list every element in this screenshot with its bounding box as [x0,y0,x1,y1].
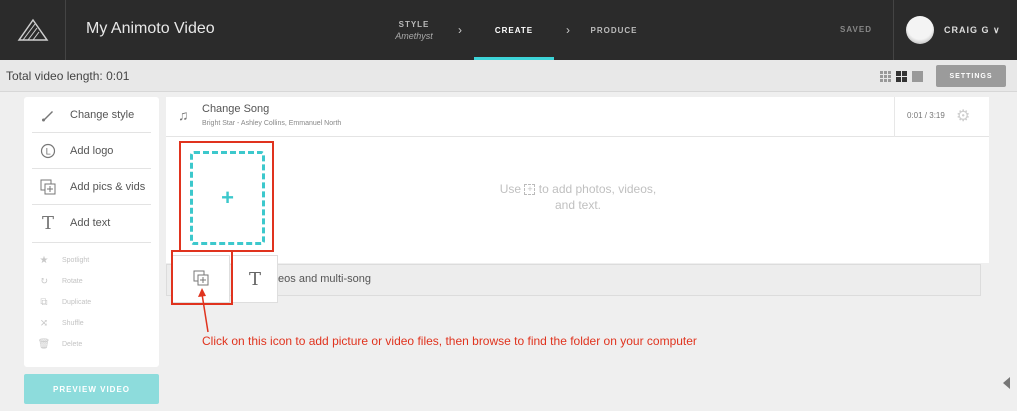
preview-video-button[interactable]: PREVIEW VIDEO [24,374,159,404]
avatar[interactable] [906,16,934,44]
project-title[interactable]: My Animoto Video [86,20,215,38]
grid-medium-icon[interactable] [896,69,907,82]
sidebar-item-label: Duplicate [62,298,92,306]
music-note-icon: ♫ [178,107,189,123]
song-artist: Bright Star - Ashley Collins, Emmanuel N… [202,120,342,127]
trash-icon: 🗑 [37,338,51,350]
sidebar-item-change-style[interactable]: Change style [24,97,159,133]
hint-suffix: to add photos, videos, and text. [538,182,657,212]
text-icon: T [41,212,54,234]
user-menu[interactable]: CRAIG G ∨ [944,25,1001,36]
divider [32,242,151,243]
canvas-hint: Use + to add photos, videos, and text. [498,181,658,213]
text-icon: T [248,268,261,290]
animoto-logo-icon[interactable] [0,0,66,60]
rotate-icon: ↻ [39,275,49,287]
sidebar-item-delete[interactable]: 🗑 Delete [24,334,159,354]
shuffle-icon: ⤨ [39,317,49,329]
change-song-link[interactable]: Change Song [202,103,269,115]
expand-panel-icon[interactable] [1003,377,1010,389]
annotation-text: Click on this icon to add picture or vid… [202,334,697,348]
sidebar: Change style L Add logo Add pics & vids … [24,97,159,367]
add-media-icon [38,179,58,195]
song-time: 0:01 / 3:19 [907,111,945,120]
view-toggle [880,69,923,82]
sidebar-item-label: Delete [62,340,83,348]
divider [894,97,895,137]
sidebar-item-add-text[interactable]: T Add text [24,205,159,241]
highlight-box [179,141,274,252]
sidebar-item-spotlight[interactable]: ★ Spotlight [24,250,159,270]
toolbar: Total video length: 0:01 SETTINGS [0,60,1017,92]
star-icon: ★ [39,254,49,266]
tab-create[interactable]: CREATE [474,0,554,60]
add-block-small-icon: + [524,184,536,196]
tab-style-label: STYLE [398,19,430,29]
sidebar-item-label: Rotate [62,277,83,285]
sidebar-item-label: Shuffle [62,319,84,327]
sidebar-item-duplicate[interactable]: ⧉ Duplicate [24,292,159,312]
add-text-tile[interactable]: T [232,255,278,303]
tab-style[interactable]: STYLE Amethyst [384,0,444,60]
tab-create-label: CREATE [494,25,534,35]
sidebar-item-add-logo[interactable]: L Add logo [24,133,159,169]
menu-option-text[interactable]: videos and multi-song [264,273,371,285]
sidebar-item-add-pics-vids[interactable]: Add pics & vids [24,169,159,205]
sidebar-item-label: Add pics & vids [70,181,146,193]
duplicate-icon: ⧉ [40,296,48,308]
video-length: Total video length: 0:01 [6,69,130,83]
chevron-right-icon: › [566,23,570,37]
sidebar-item-label: Spotlight [62,256,90,264]
grid-small-icon[interactable] [880,69,891,82]
sidebar-item-label: Change style [70,109,135,121]
settings-button[interactable]: SETTINGS [936,65,1006,87]
chevron-right-icon: › [458,23,462,37]
logo-icon: L [38,143,58,159]
sidebar-item-label: Add logo [70,145,114,157]
annotation-arrow [198,288,209,333]
hint-prefix: Use [499,182,522,196]
sidebar-item-shuffle[interactable]: ⤨ Shuffle [24,313,159,333]
song-bar[interactable]: ♫ Change Song Bright Star - Ashley Colli… [166,97,989,137]
sidebar-item-label: Add text [70,217,111,229]
top-nav-bar: My Animoto Video STYLE Amethyst › CREATE… [0,0,1017,60]
gear-icon[interactable]: ⚙ [956,106,970,126]
divider [893,0,894,60]
sidebar-item-rotate[interactable]: ↻ Rotate [24,271,159,291]
tab-produce[interactable]: PRODUCE [584,0,644,60]
tab-style-value: Amethyst [395,30,433,41]
chevron-down-icon: ∨ [993,25,1001,35]
grid-large-icon[interactable] [912,69,923,82]
tab-produce-label: PRODUCE [590,25,638,35]
saved-status: SAVED [840,25,872,34]
brush-icon [38,107,58,123]
user-name: CRAIG G [944,25,990,35]
svg-text:L: L [45,148,50,158]
